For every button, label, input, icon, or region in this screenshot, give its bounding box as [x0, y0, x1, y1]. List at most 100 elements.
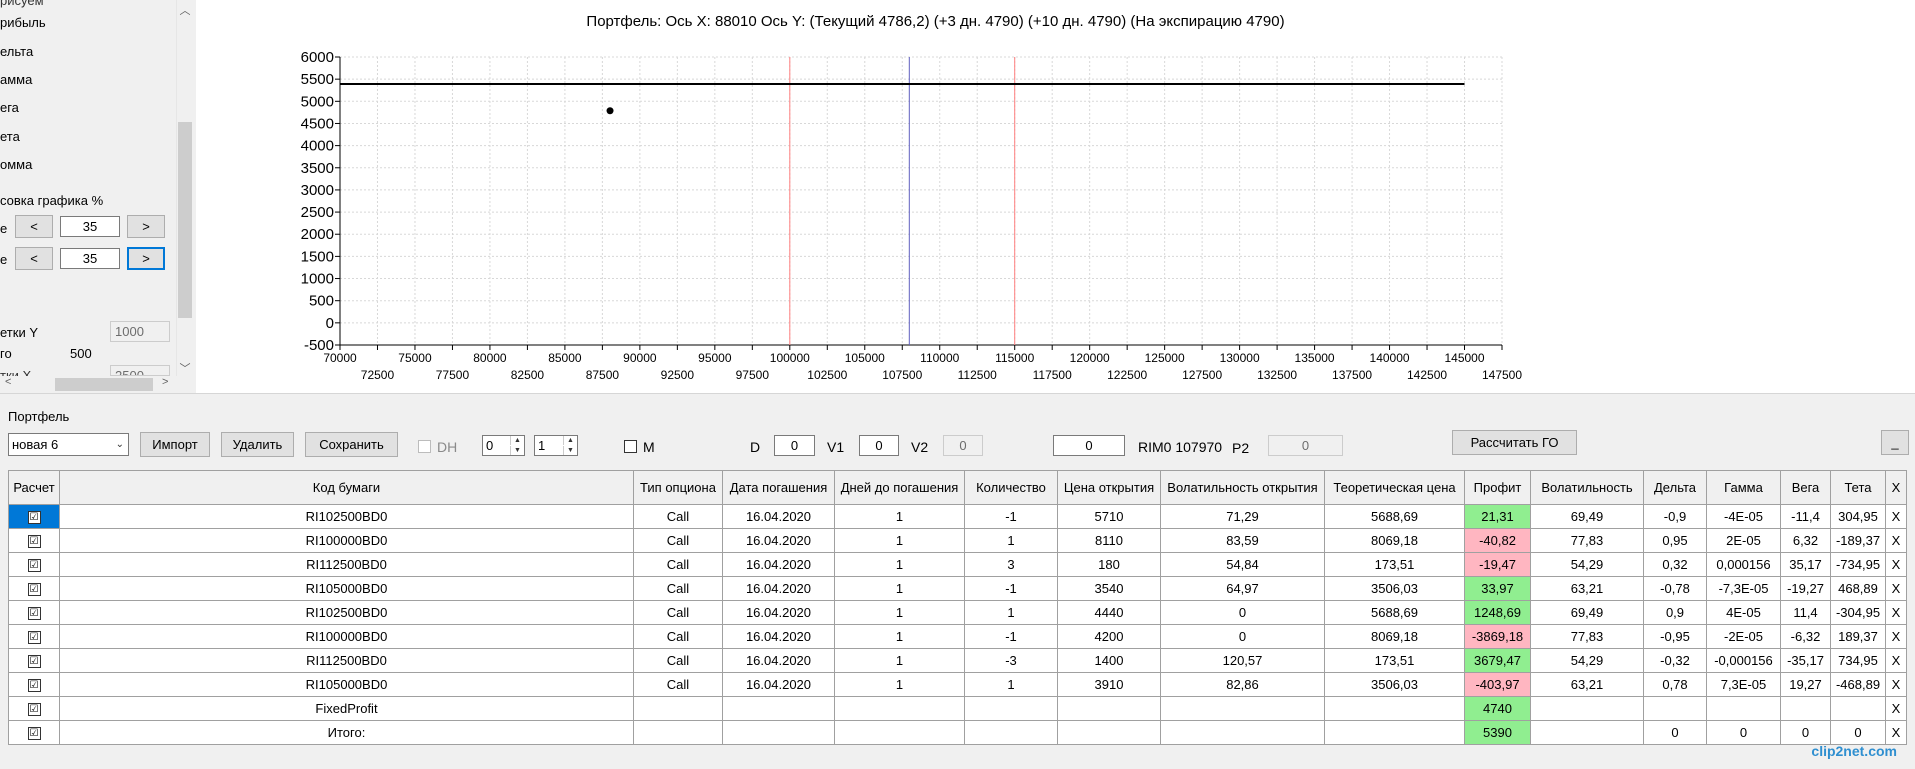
- scale-row2-increase-button[interactable]: >: [127, 247, 165, 270]
- column-header[interactable]: Гамма: [1706, 470, 1781, 505]
- calc-cell[interactable]: ☑: [8, 528, 60, 553]
- scroll-left-icon[interactable]: <: [5, 376, 11, 388]
- calc-cell[interactable]: ☑: [8, 576, 60, 601]
- delete-row-button[interactable]: X: [1885, 576, 1907, 601]
- grid-x-input[interactable]: 2500: [110, 365, 170, 376]
- column-header[interactable]: Дней до погашения: [834, 470, 965, 505]
- table-row[interactable]: ☑ FixedProfit 4740 X: [8, 696, 1907, 721]
- dh-checkbox[interactable]: [418, 440, 431, 453]
- calc-checkbox[interactable]: ☑: [27, 726, 41, 740]
- column-header[interactable]: Волатильность: [1530, 470, 1644, 505]
- spin-1[interactable]: 0 ▲ ▼: [482, 435, 525, 456]
- column-header[interactable]: Теоретическая цена: [1324, 470, 1465, 505]
- column-header[interactable]: Вега: [1780, 470, 1831, 505]
- spin-up-icon[interactable]: ▲: [510, 436, 524, 445]
- option-gamma[interactable]: амма: [0, 72, 32, 87]
- v2-input[interactable]: 0: [943, 435, 983, 456]
- scale-row1-decrease-button[interactable]: <: [15, 215, 53, 238]
- delete-row-button[interactable]: X: [1885, 504, 1907, 529]
- spin-2[interactable]: 1 ▲ ▼: [534, 435, 578, 456]
- table-row[interactable]: ☑ RI102500BD0 Call 16.04.2020 1 -1 5710 71,29 56…: [8, 504, 1907, 529]
- delete-row-button[interactable]: X: [1885, 720, 1907, 745]
- calc-checkbox[interactable]: ☑: [27, 654, 41, 668]
- option-delta[interactable]: ельта: [0, 44, 33, 59]
- save-button[interactable]: Сохранить: [305, 432, 398, 457]
- scale-row1-value[interactable]: 35: [60, 216, 120, 237]
- option-vega[interactable]: ега: [0, 100, 19, 115]
- calc-cell[interactable]: ☑: [8, 696, 60, 721]
- delete-row-button[interactable]: X: [1885, 528, 1907, 553]
- table-row[interactable]: ☑ RI100000BD0 Call 16.04.2020 1 1 8110 83,59 806…: [8, 528, 1907, 553]
- p2-input[interactable]: 0: [1268, 435, 1343, 456]
- option-vomma[interactable]: омма: [0, 157, 32, 172]
- table-row[interactable]: ☑ RI112500BD0 Call 16.04.2020 1 3 180 54,84 173,…: [8, 552, 1907, 577]
- delete-row-button[interactable]: X: [1885, 648, 1907, 673]
- column-header[interactable]: Тип опциона: [633, 470, 723, 505]
- calculate-go-button[interactable]: Рассчитать ГО: [1452, 430, 1577, 455]
- calc-cell[interactable]: ☑: [8, 504, 60, 529]
- panel-splitter[interactable]: [0, 393, 1915, 405]
- calc-cell[interactable]: ☑: [8, 624, 60, 649]
- column-header[interactable]: Количество: [964, 470, 1058, 505]
- scale-row2-decrease-button[interactable]: <: [15, 247, 53, 270]
- column-header[interactable]: Волатильность открытия: [1160, 470, 1325, 505]
- scroll-thumb[interactable]: [178, 122, 192, 318]
- column-header[interactable]: Цена открытия: [1057, 470, 1161, 505]
- chart-canvas[interactable]: -500050010001500200025003000350040004500…: [196, 0, 1915, 393]
- m-checkbox[interactable]: [624, 440, 637, 453]
- delete-row-button[interactable]: X: [1885, 672, 1907, 697]
- table-row[interactable]: ☑ RI100000BD0 Call 16.04.2020 1 -1 4200 0 8069,1…: [8, 624, 1907, 649]
- v1-input[interactable]: 0: [859, 435, 899, 456]
- table-row[interactable]: ☑ RI112500BD0 Call 16.04.2020 1 -3 1400 120,57 1…: [8, 648, 1907, 673]
- scroll-right-icon[interactable]: >: [162, 376, 168, 388]
- minimize-button[interactable]: _: [1881, 430, 1909, 455]
- scroll-up-icon[interactable]: ︿: [177, 2, 192, 18]
- spin-down-icon[interactable]: ▼: [510, 446, 524, 455]
- delete-row-button[interactable]: X: [1885, 600, 1907, 625]
- calc-cell[interactable]: ☑: [8, 552, 60, 577]
- column-header[interactable]: X: [1885, 470, 1907, 505]
- portfolio-select[interactable]: новая 6 ⌄: [8, 433, 129, 456]
- scale-row1-increase-button[interactable]: >: [127, 215, 165, 238]
- p1-input[interactable]: 0: [1053, 435, 1125, 456]
- table-row[interactable]: ☑ RI102500BD0 Call 16.04.2020 1 1 4440 0 5688,69…: [8, 600, 1907, 625]
- options-horizontal-scrollbar[interactable]: < >: [0, 376, 176, 393]
- column-header[interactable]: Дельта: [1643, 470, 1707, 505]
- scroll-down-icon[interactable]: ﹀: [177, 360, 192, 376]
- option-theta[interactable]: ета: [0, 129, 20, 144]
- table-row[interactable]: ☑ RI105000BD0 Call 16.04.2020 1 -1 3540 64,97 35…: [8, 576, 1907, 601]
- options-vertical-scrollbar[interactable]: ︿ ﹀: [176, 0, 192, 376]
- calc-checkbox[interactable]: ☑: [27, 678, 41, 692]
- column-header[interactable]: Расчет: [8, 470, 60, 505]
- delete-button[interactable]: Удалить: [221, 432, 294, 457]
- column-header[interactable]: Код бумаги: [59, 470, 634, 505]
- spin-down-icon[interactable]: ▼: [563, 446, 577, 455]
- hscroll-thumb[interactable]: [55, 378, 153, 391]
- calc-cell[interactable]: ☑: [8, 648, 60, 673]
- delete-row-button[interactable]: X: [1885, 552, 1907, 577]
- table-row[interactable]: ☑ RI105000BD0 Call 16.04.2020 1 1 3910 82,86 350…: [8, 672, 1907, 697]
- calc-cell[interactable]: ☑: [8, 720, 60, 745]
- delete-row-button[interactable]: X: [1885, 696, 1907, 721]
- calc-checkbox[interactable]: ☑: [27, 558, 41, 572]
- calc-checkbox[interactable]: ☑: [27, 606, 41, 620]
- scale-row2-value[interactable]: 35: [60, 248, 120, 269]
- table-horizontal-scrollbar[interactable]: [8, 750, 1908, 769]
- calc-checkbox[interactable]: ☑: [27, 510, 41, 524]
- d-input[interactable]: 0: [774, 435, 815, 456]
- column-header[interactable]: Профит: [1464, 470, 1531, 505]
- grid-y-input[interactable]: 1000: [110, 321, 170, 342]
- calc-checkbox[interactable]: ☑: [27, 534, 41, 548]
- calc-checkbox[interactable]: ☑: [27, 630, 41, 644]
- calc-cell[interactable]: ☑: [8, 672, 60, 697]
- payoff-chart[interactable]: Портфель: Ось X: 88010 Ось Y: (Текущий 4…: [196, 0, 1915, 393]
- delete-row-button[interactable]: X: [1885, 624, 1907, 649]
- calc-checkbox[interactable]: ☑: [27, 702, 41, 716]
- calc-checkbox[interactable]: ☑: [27, 582, 41, 596]
- option-profit[interactable]: рибыль: [0, 15, 46, 30]
- column-header[interactable]: Тета: [1830, 470, 1886, 505]
- calc-cell[interactable]: ☑: [8, 600, 60, 625]
- spin-up-icon[interactable]: ▲: [563, 436, 577, 445]
- import-button[interactable]: Импорт: [140, 432, 210, 457]
- column-header[interactable]: Дата погашения: [722, 470, 835, 505]
